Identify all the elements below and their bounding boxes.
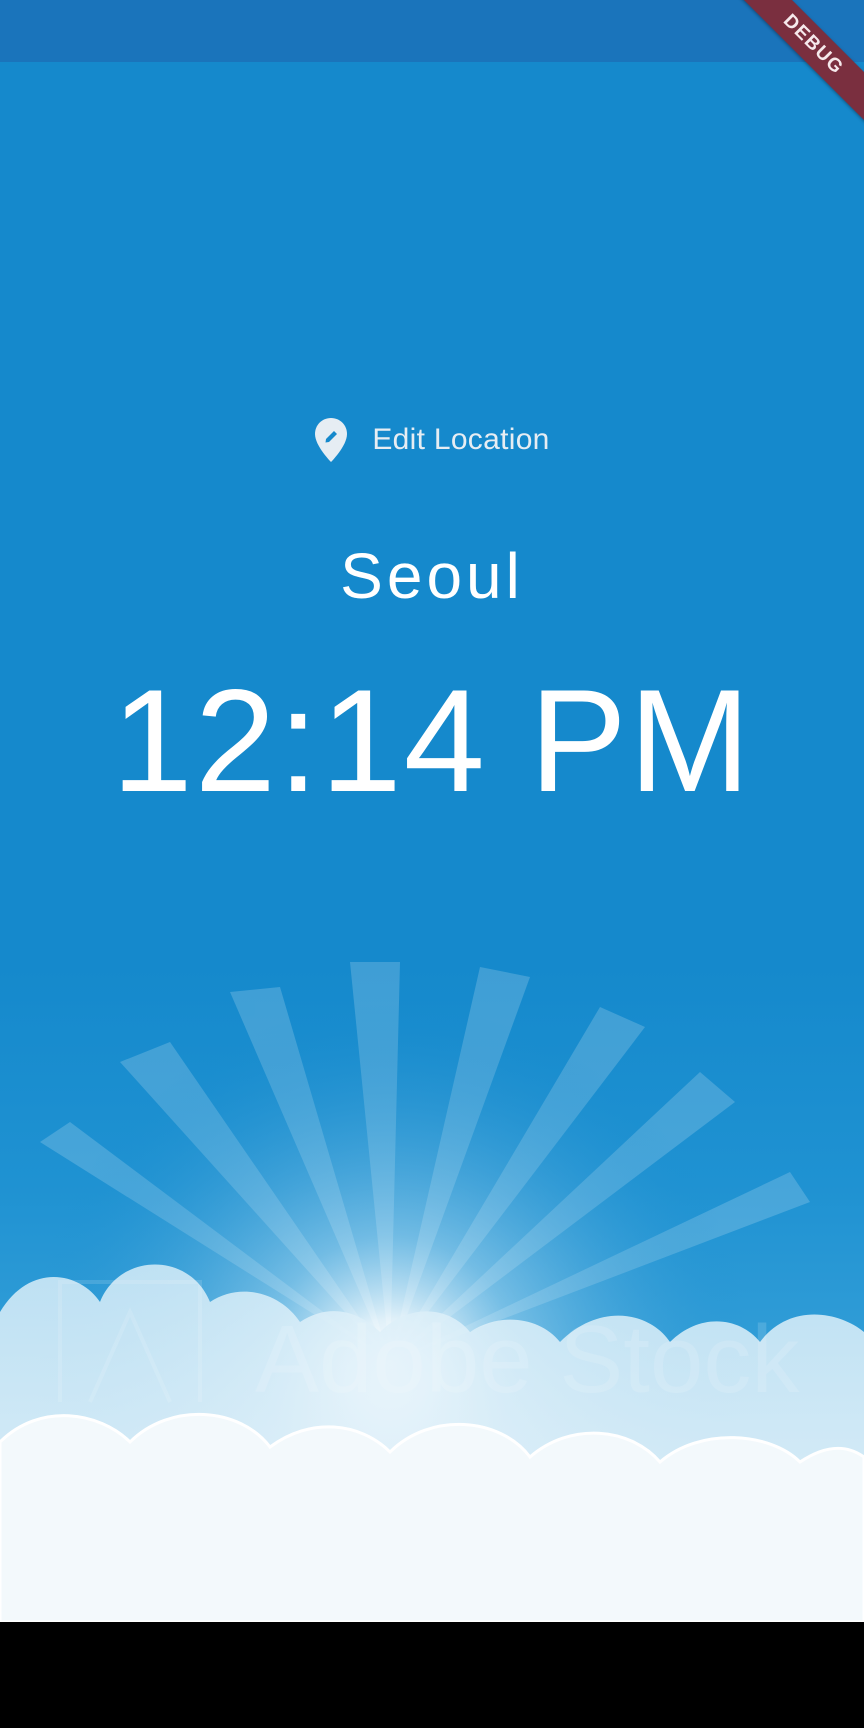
edit-location-icon — [314, 417, 348, 463]
sky-clouds-sunburst-image: Adobe Stock — [0, 62, 864, 1622]
city-name: Seoul — [340, 540, 524, 612]
edit-location-button[interactable]: Edit Location — [0, 410, 864, 470]
phone-screen: Adobe Stock Edit Location Seoul 12:14 PM… — [0, 0, 864, 1728]
status-bar — [0, 0, 864, 62]
edit-location-label: Edit Location — [372, 423, 550, 456]
current-time: 12:14 PM — [111, 659, 753, 822]
world-clock-view: Adobe Stock Edit Location Seoul 12:14 PM — [0, 62, 864, 1622]
watermark-text: Adobe Stock — [255, 1306, 800, 1413]
navigation-bar — [0, 1622, 864, 1728]
